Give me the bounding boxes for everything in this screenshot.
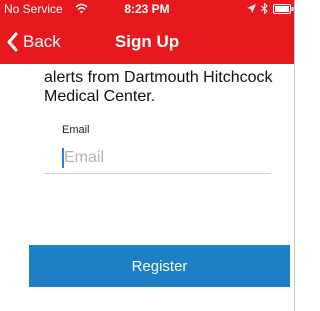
- email-label: Email: [62, 124, 90, 136]
- page-title: Sign Up: [114, 32, 180, 51]
- location-arrow-icon: [247, 4, 256, 13]
- intro-text: alerts from Dartmouth Hitchcock Medical …: [44, 69, 273, 105]
- email-field[interactable]: [44, 144, 270, 174]
- app-screen: No Service 8:23 PM Back Sign Up alerts f…: [0, 0, 295, 311]
- navigation-bar: Back Sign Up: [0, 20, 294, 64]
- register-button[interactable]: Register: [29, 245, 290, 287]
- status-bar: No Service 8:23 PM: [0, 0, 294, 20]
- text-cursor: [62, 148, 64, 168]
- battery-icon: [273, 4, 294, 14]
- bluetooth-icon: [261, 3, 268, 14]
- email-input[interactable]: [62, 144, 264, 172]
